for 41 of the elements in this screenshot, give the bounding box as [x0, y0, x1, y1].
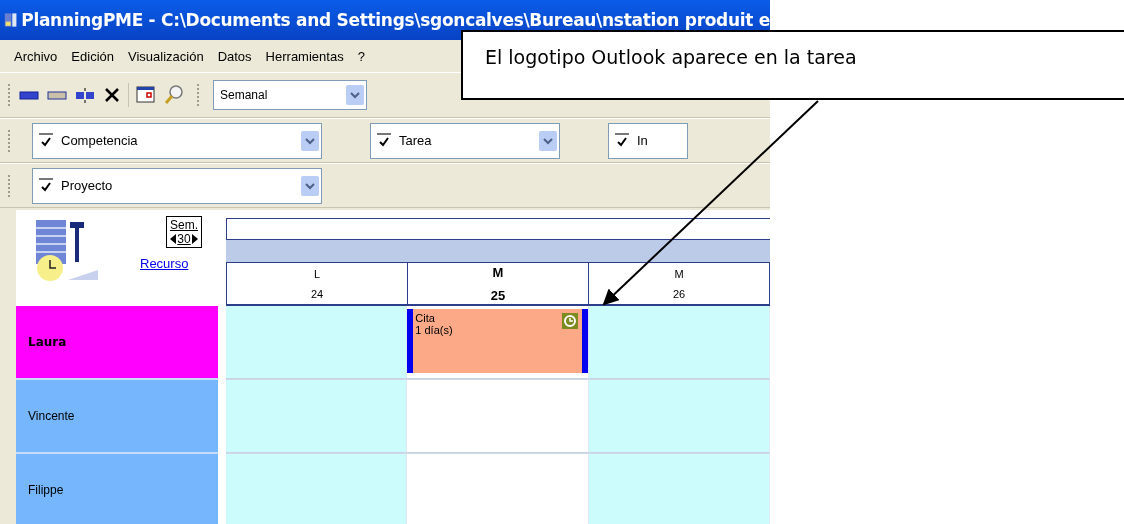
menu-item[interactable]: Herramientas [265, 48, 344, 64]
menu-item[interactable]: Archivo [14, 48, 58, 64]
search-icon[interactable] [163, 84, 185, 106]
menu-item[interactable]: ? [357, 48, 365, 64]
schedule-cell[interactable] [588, 380, 770, 453]
filter-dropdown[interactable]: Proyecto [32, 167, 322, 204]
resource-row-header[interactable]: Filippe [16, 454, 218, 524]
week-control[interactable]: Sem. 30 [166, 216, 202, 248]
schedule-cell[interactable] [226, 454, 408, 524]
window-icon[interactable] [135, 85, 157, 105]
checkbox[interactable] [615, 132, 629, 149]
app-icon [4, 11, 18, 29]
close-icon[interactable] [102, 86, 122, 104]
callout-text: El logotipo Outlook aparece en la tarea [485, 46, 857, 68]
resource-row-header[interactable]: Vincente [16, 380, 218, 454]
resource-row-header[interactable]: Laura [16, 306, 218, 380]
window-title: PlanningPME - C:\Documents and Settings\sgoncalves\Bureau\nstation produit e [21, 10, 770, 30]
task-title: Cita [415, 312, 435, 324]
resource-link[interactable]: Recurso [140, 256, 189, 271]
schedule-cell[interactable] [226, 306, 408, 379]
filter-dropdown[interactable]: Tarea [370, 122, 560, 159]
schedule-cell[interactable] [588, 454, 770, 524]
schedule-cell[interactable] [407, 380, 589, 453]
filter-dropdown[interactable]: Competencia [32, 122, 322, 159]
menu-item[interactable]: Datos [217, 48, 252, 64]
day-header: M 25 [408, 263, 589, 304]
menu-item[interactable]: Visualización [128, 48, 204, 64]
menu-item[interactable]: Edición [71, 48, 114, 64]
checkbox[interactable] [39, 132, 53, 149]
task-duration: 1 día(s) [415, 324, 453, 336]
view-dropdown[interactable]: Semanal [213, 80, 367, 110]
next-icon[interactable] [191, 234, 198, 244]
previous-icon[interactable] [170, 234, 177, 244]
schedule-cell[interactable] [588, 306, 770, 379]
checkbox[interactable] [377, 132, 391, 149]
filter-dropdown[interactable]: In [608, 122, 688, 159]
split-bar-icon[interactable] [74, 87, 96, 103]
checkbox[interactable] [39, 177, 53, 194]
schedule-cell[interactable] [226, 380, 408, 453]
day-header: L 24 [227, 263, 408, 304]
day-header: M 26 [589, 263, 770, 304]
